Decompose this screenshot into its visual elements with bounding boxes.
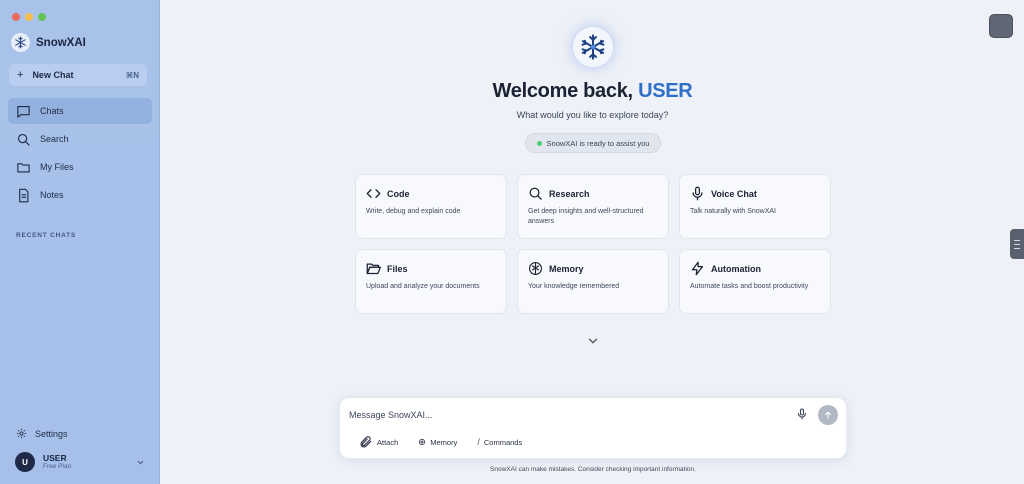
microphone-icon[interactable]	[796, 408, 808, 420]
card-title: Memory	[549, 263, 584, 274]
gear-icon	[16, 428, 27, 439]
welcome-prefix: Welcome back,	[492, 80, 634, 102]
card-research[interactable]: Research Get deep insights and well-stru…	[517, 174, 669, 239]
code-icon	[366, 189, 381, 198]
attach-button[interactable]: Attach	[359, 435, 398, 449]
card-automation[interactable]: Automation Automate tasks and boost prod…	[679, 249, 831, 314]
message-input[interactable]	[349, 408, 769, 422]
feature-cards: Code Write, debug and explain code Resea…	[355, 174, 831, 314]
card-description: Upload and analyze your documents	[366, 283, 480, 290]
new-chat-button[interactable]: + New Chat ⌘N	[9, 64, 147, 86]
sidebar-item-label: My Files	[40, 162, 74, 172]
user-profile[interactable]: U USER Free Plan	[15, 452, 145, 472]
card-description: Talk naturally with SnowXAI	[690, 208, 776, 215]
brand-name: SnowXAI	[36, 36, 86, 49]
new-chat-shortcut: ⌘N	[125, 70, 139, 80]
welcome-heading: Welcome back, USER	[161, 80, 1024, 103]
panel-toggle-button[interactable]	[989, 14, 1013, 38]
new-chat-label: New Chat	[32, 70, 74, 80]
user-plan: Free Plan	[43, 463, 72, 471]
card-description: Get deep insights and well-structured an…	[528, 208, 644, 226]
paperclip-icon	[360, 436, 372, 448]
search-icon	[17, 133, 30, 146]
composer-tools: Attach Memory / Commands	[359, 435, 542, 449]
close-window-button[interactable]	[12, 13, 20, 21]
user-info: USER Free Plan	[43, 452, 72, 471]
welcome-subtitle: What would you like to explore today?	[516, 110, 669, 120]
status-text: SnowXAI is ready to assist you	[546, 138, 650, 148]
welcome-username: USER	[638, 80, 693, 102]
plus-icon: +	[17, 69, 24, 81]
card-title: Research	[549, 188, 590, 199]
sidebar-item-label: Search	[40, 134, 69, 144]
recent-chats-heading: RECENT CHATS	[16, 232, 77, 239]
brain-icon	[529, 262, 542, 275]
attach-label: Attach	[377, 437, 399, 447]
user-name: USER	[43, 452, 67, 463]
note-icon	[19, 188, 29, 202]
card-memory[interactable]: Memory Your knowledge remembered	[517, 249, 669, 314]
sidebar-nav: Chats Search My Files Notes	[8, 98, 152, 210]
send-button[interactable]	[818, 405, 838, 425]
sidebar-item-label: Chats	[40, 106, 64, 116]
chevron-down-icon	[137, 460, 144, 464]
status-dot-icon	[536, 140, 542, 146]
status-badge: SnowXAI is ready to assist you	[525, 133, 661, 153]
card-description: Automate tasks and boost productivity	[690, 283, 809, 290]
card-files[interactable]: Files Upload and analyze your documents	[355, 249, 507, 314]
card-title: Automation	[711, 263, 761, 274]
slash-icon: /	[477, 437, 480, 447]
card-description: Write, debug and explain code	[366, 208, 461, 215]
folder-open-icon	[366, 263, 381, 275]
message-composer: Attach Memory / Commands	[339, 397, 847, 459]
brand: SnowXAI	[11, 33, 86, 52]
side-panel-handle[interactable]	[1010, 229, 1024, 259]
sidebar-item-notes[interactable]: Notes	[8, 182, 152, 208]
settings-label: Settings	[35, 428, 68, 439]
avatar: U	[15, 452, 35, 472]
microphone-icon	[692, 186, 703, 201]
snowflake-hero-icon	[573, 27, 613, 67]
card-title: Files	[387, 263, 408, 274]
maximize-window-button[interactable]	[38, 13, 46, 21]
sidebar-item-my-files[interactable]: My Files	[8, 154, 152, 180]
memory-icon	[419, 438, 426, 446]
sidebar: SnowXAI + New Chat ⌘N Chats Search My Fi…	[0, 0, 160, 484]
settings-button[interactable]: Settings	[16, 428, 68, 439]
folder-icon	[17, 162, 30, 172]
arrow-up-icon	[824, 411, 832, 419]
card-title: Code	[387, 188, 410, 199]
lightning-icon	[691, 261, 704, 276]
chevron-down-icon[interactable]	[586, 334, 600, 348]
window-controls	[12, 13, 46, 21]
disclaimer-text: SnowXAI can make mistakes. Consider chec…	[490, 466, 696, 473]
commands-label: Commands	[483, 437, 523, 447]
chat-bubble-icon	[17, 105, 30, 118]
commands-button[interactable]: / Commands	[477, 437, 522, 447]
card-code[interactable]: Code Write, debug and explain code	[355, 174, 507, 239]
sidebar-item-search[interactable]: Search	[8, 126, 152, 152]
card-description: Your knowledge remembered	[528, 283, 620, 290]
sidebar-item-label: Notes	[40, 190, 64, 200]
main-area: Welcome back, USER What would you like t…	[161, 0, 1024, 484]
minimize-window-button[interactable]	[25, 13, 33, 21]
card-voice-chat[interactable]: Voice Chat Talk naturally with SnowXAI	[679, 174, 831, 239]
memory-button[interactable]: Memory	[418, 438, 457, 447]
sidebar-item-chats[interactable]: Chats	[8, 98, 152, 124]
search-icon	[529, 187, 542, 200]
memory-label: Memory	[430, 437, 458, 447]
card-title: Voice Chat	[711, 188, 757, 199]
snowflake-logo-icon	[11, 33, 30, 52]
